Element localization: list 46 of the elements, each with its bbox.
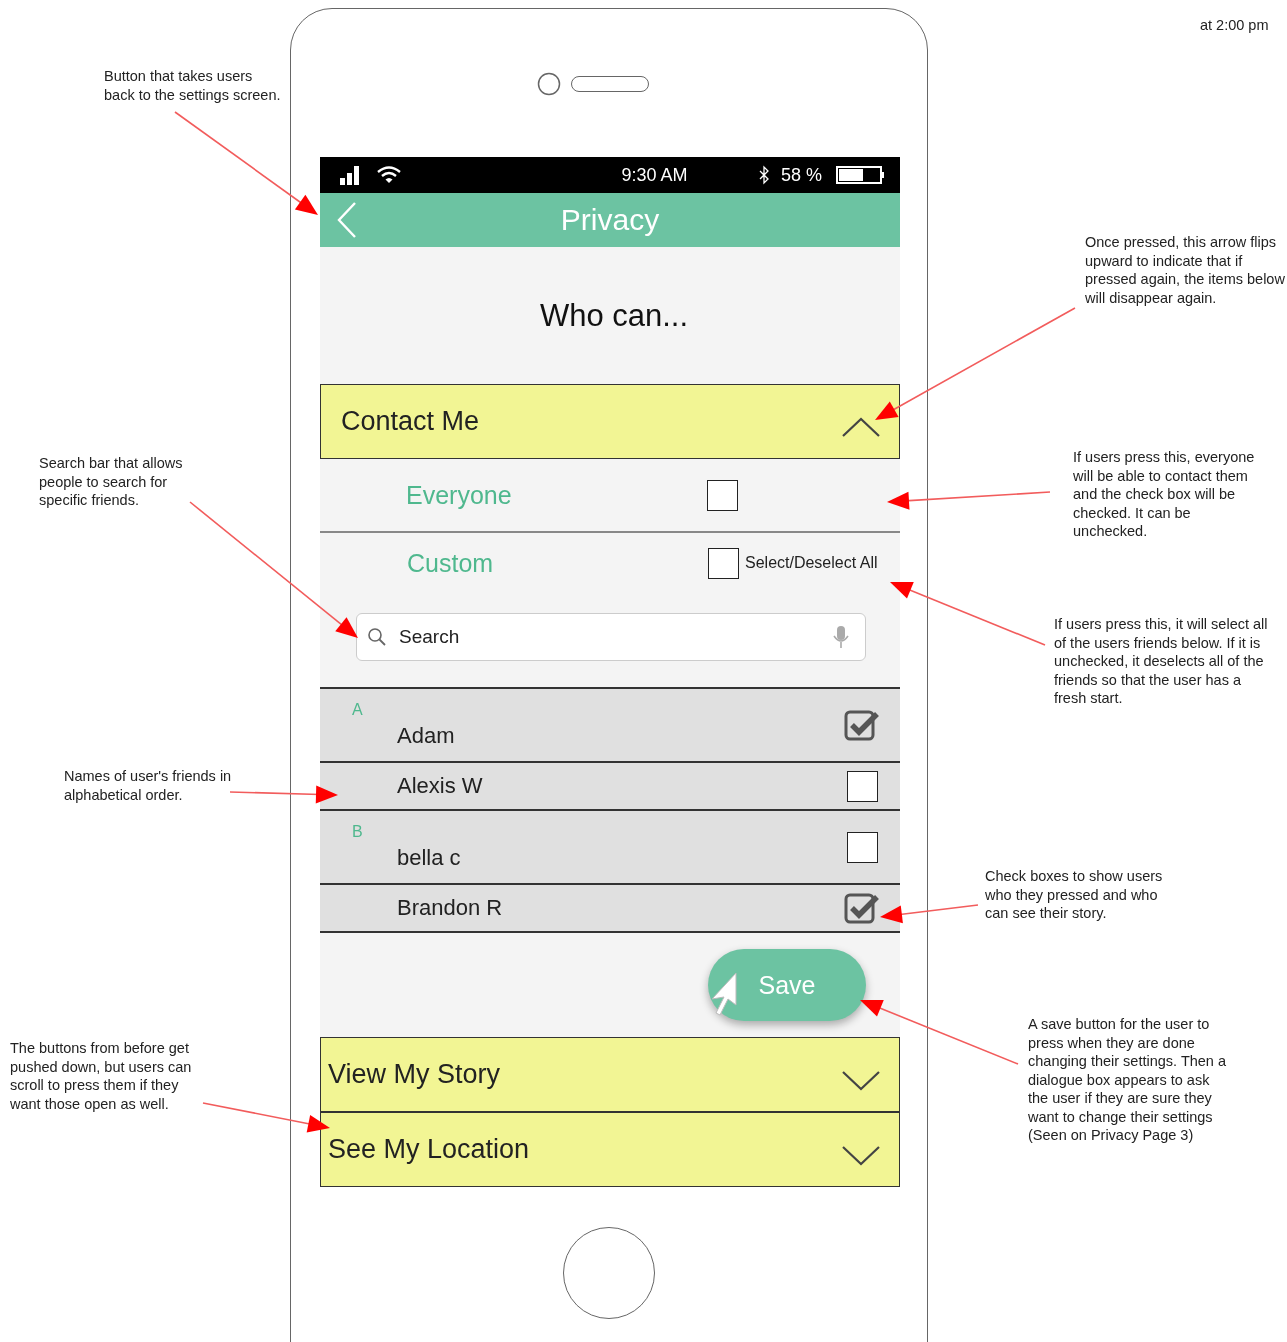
chevron-down-icon: [841, 1143, 881, 1166]
annotation-text: Check boxes to show users who they pressed and who can see their story.: [985, 867, 1164, 923]
checkbox[interactable]: [847, 770, 878, 802]
checkbox[interactable]: [847, 831, 878, 863]
battery-percent: 58 %: [780, 164, 822, 186]
index-letter: A: [352, 701, 364, 719]
checkbox[interactable]: [844, 891, 880, 925]
friend-name: Brandon R: [397, 895, 503, 921]
friend-row[interactable]: Brandon R: [320, 885, 900, 933]
battery-icon: [836, 165, 886, 185]
friend-name: Alexis W: [397, 773, 483, 799]
friend-name: Adam: [397, 723, 455, 749]
annotation-text: If users press this, it will select all of the users friends below. If it is unchecked, it deselects all of the friends so that the user has a fresh start.: [1054, 615, 1269, 708]
annotation-text: Once pressed, this arrow flips upward to indicate that if pressed again, the items below will disappear again.: [1085, 233, 1285, 307]
section-header[interactable]: View My Story: [320, 1037, 900, 1112]
option-label: Everyone: [406, 480, 513, 510]
friend-row[interactable]: Alexis W: [320, 763, 900, 811]
annotation-text: The buttons from before get pushed down, but users can scroll to press them if they want those open as well.: [10, 1039, 193, 1113]
chevron-down-icon: [841, 1068, 881, 1091]
prompt-heading: Who can...: [538, 297, 689, 334]
checkbox[interactable]: [844, 708, 880, 742]
section-header[interactable]: See My Location: [320, 1112, 900, 1187]
annotation-text: Search bar that allows people to search for specific friends.: [39, 454, 184, 510]
checkbox[interactable]: [708, 547, 739, 579]
search-icon: [367, 627, 387, 647]
annotation-text: Button that takes users back to the settings screen.: [104, 67, 282, 104]
annotation-text: Names of user's friends in alphabetical order.: [64, 767, 233, 804]
friend-row[interactable]: A Adam: [320, 689, 900, 763]
friend-row[interactable]: B bella c: [320, 811, 900, 885]
chevron-up-icon: [841, 415, 881, 438]
index-letter: B: [352, 823, 364, 841]
search-bar[interactable]: Search: [356, 613, 866, 661]
checkbox[interactable]: [707, 479, 738, 511]
option-label: Custom: [407, 548, 495, 578]
camera-icon: [537, 72, 561, 96]
select-all-label: Select/Deselect All: [745, 554, 878, 572]
screen-title: Privacy: [560, 203, 660, 237]
friend-name: bella c: [397, 845, 461, 871]
wifi-icon: [376, 165, 402, 185]
annotation-text: If users press this, everyone will be able to contact them and the check box will be checked. It can be unchecked.: [1073, 448, 1256, 541]
section-header[interactable]: Contact Me: [320, 384, 900, 459]
annotation-text: at 2:00 pm: [1200, 16, 1269, 35]
annotation-text: A save button for the user to press when they are done changing their settings. Then a dialogue box appears to ask the user if they are sure they want to change their settings (Seen on Privacy Page 3): [1028, 1015, 1228, 1145]
microphone-icon: [833, 625, 849, 649]
search-input[interactable]: Search: [397, 625, 823, 649]
status-time: 9:30 AM: [620, 164, 688, 186]
